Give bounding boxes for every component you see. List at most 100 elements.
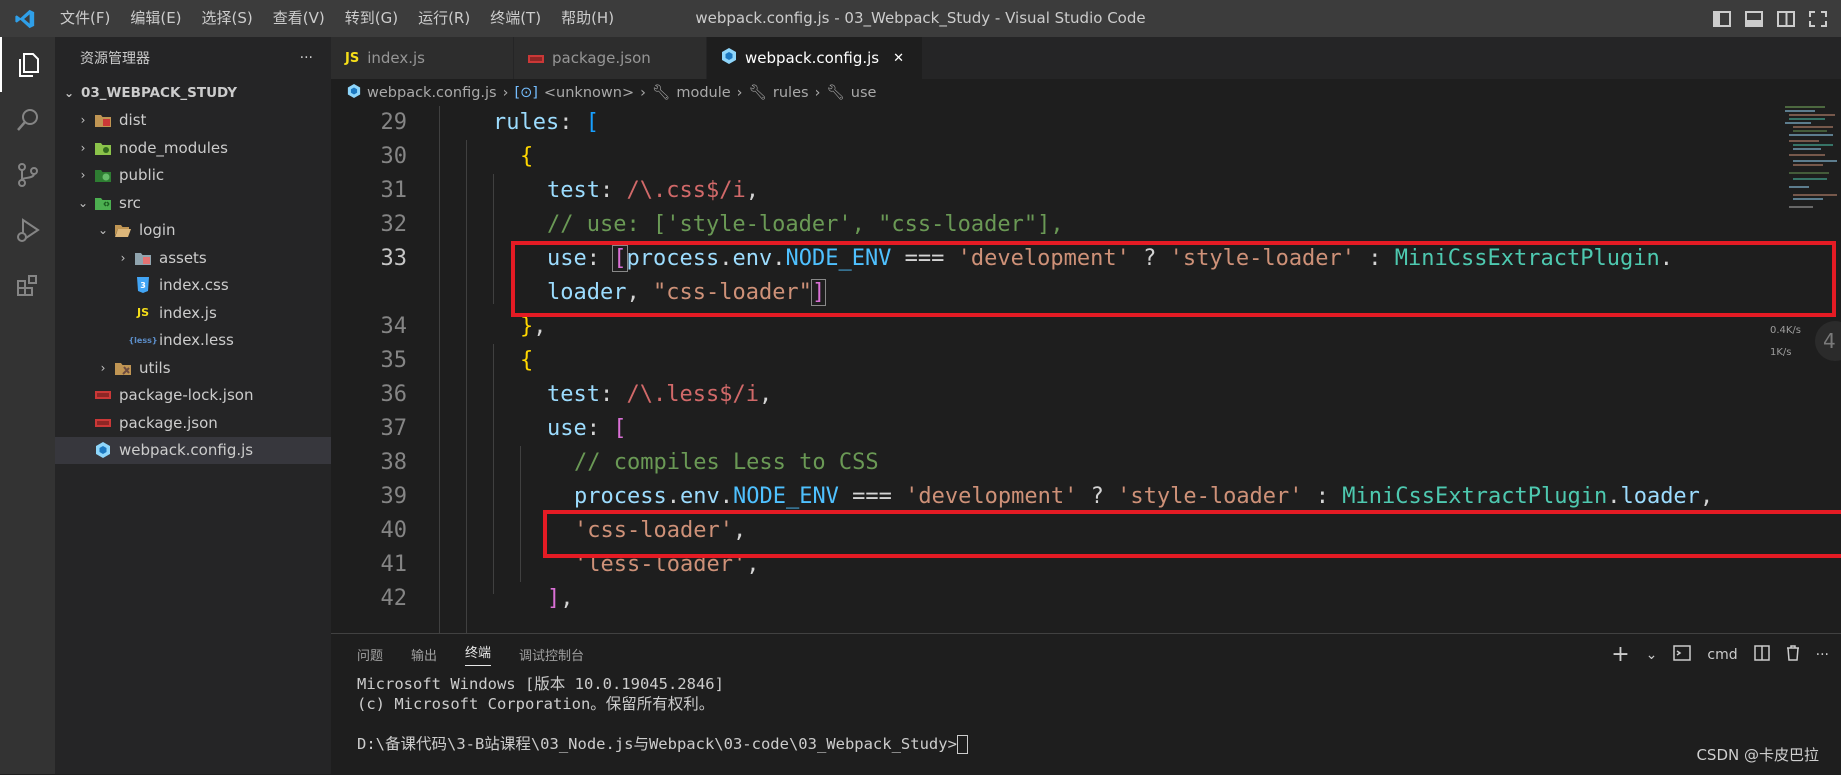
- customize-layout-icon[interactable]: [1809, 10, 1827, 27]
- menu-run[interactable]: 运行(R): [408, 0, 480, 37]
- menu-bar: 文件(F) 编辑(E) 选择(S) 查看(V) 转到(G) 运行(R) 终端(T…: [50, 0, 624, 37]
- npm-file-icon: [95, 415, 111, 431]
- tree-item-public[interactable]: › public: [55, 162, 331, 190]
- tree-item-assets[interactable]: › assets: [55, 244, 331, 272]
- webpack-file-icon: [95, 442, 111, 459]
- menu-file[interactable]: 文件(F): [50, 0, 120, 37]
- menu-selection[interactable]: 选择(S): [192, 0, 263, 37]
- tree-item-node-modules[interactable]: › node_modules: [55, 134, 331, 162]
- toggle-secondary-sidebar-icon[interactable]: [1777, 10, 1795, 27]
- code-line-42: 42],: [380, 586, 574, 611]
- toggle-sidebar-icon[interactable]: [1713, 10, 1731, 27]
- folder-utils-icon: [115, 360, 131, 376]
- breadcrumb-unknown[interactable]: <unknown>: [544, 85, 634, 101]
- chevron-right-icon: ›: [120, 250, 126, 265]
- terminal-cursor: [956, 735, 968, 754]
- webpack-file-icon: [721, 48, 737, 68]
- tab-debug-console[interactable]: 调试控制台: [519, 645, 584, 664]
- minimap[interactable]: [1771, 106, 1841, 246]
- terminal-prompt: D:\备课代码\3-B站课程\03_Node.js与Webpack\03-cod…: [357, 734, 1841, 754]
- chevron-right-icon: ›: [80, 140, 86, 155]
- tree-item-index-js[interactable]: JS index.js: [55, 299, 331, 327]
- new-terminal-icon[interactable]: +: [1611, 642, 1629, 667]
- npm-file-icon: [528, 49, 544, 67]
- terminal-output[interactable]: Microsoft Windows [版本 10.0.19045.2846] (…: [331, 674, 1841, 754]
- tree-item-package-lock[interactable]: package-lock.json: [55, 382, 331, 410]
- editor-group: JS index.js package.json webpack.config.…: [331, 37, 1841, 633]
- explorer-header: 资源管理器 ···: [55, 37, 331, 79]
- npm-file-icon: [95, 387, 111, 403]
- tree-item-index-less[interactable]: {less} index.less: [55, 327, 331, 355]
- watermark: CSDN @卡皮巴拉: [1696, 746, 1819, 764]
- tree-item-webpack-config[interactable]: webpack.config.js: [55, 436, 331, 464]
- menu-terminal[interactable]: 终端(T): [480, 0, 551, 37]
- tree-item-index-css[interactable]: 3 index.css: [55, 272, 331, 300]
- wrench-icon: 🔧︎: [748, 85, 767, 101]
- tree-item-login[interactable]: ⌄ login: [55, 217, 331, 245]
- tab-index-js[interactable]: JS index.js: [331, 37, 514, 79]
- tree-item-src[interactable]: ⌄ src: [55, 189, 331, 217]
- chevron-down-icon: ⌄: [77, 195, 89, 210]
- tab-package-json[interactable]: package.json: [514, 37, 707, 79]
- tab-problems[interactable]: 问题: [357, 645, 383, 664]
- menu-go[interactable]: 转到(G): [335, 0, 408, 37]
- breadcrumb: webpack.config.js › [⊙] <unknown> › 🔧︎ m…: [331, 79, 1841, 106]
- code-line-39: 39 process.env.NODE_ENV === 'development'…: [380, 484, 1714, 509]
- code-area[interactable]: 29 rules: [ 30{ 31 test: /\.css$/i, 32// u…: [331, 106, 1841, 633]
- tab-output[interactable]: 输出: [411, 645, 437, 664]
- breadcrumb-module[interactable]: module: [676, 85, 730, 101]
- highlight-box-line-33: [511, 241, 1836, 317]
- terminal-line: (c) Microsoft Corporation。保留所有权利。: [357, 695, 715, 713]
- extensions-icon[interactable]: [0, 257, 55, 312]
- search-icon[interactable]: [0, 92, 55, 147]
- code-line-29: 29 rules: [: [380, 110, 599, 135]
- chevron-down-icon: ⌄: [97, 223, 109, 238]
- tree-item-dist[interactable]: › dist: [55, 107, 331, 135]
- tab-webpack-config[interactable]: webpack.config.js ✕: [707, 37, 923, 79]
- js-file-icon: JS: [345, 50, 360, 66]
- vscode-logo-icon: [0, 0, 50, 37]
- terminal-icon: [1673, 644, 1692, 665]
- svg-text:3: 3: [140, 281, 146, 290]
- menu-view[interactable]: 查看(V): [263, 0, 335, 37]
- explorer-title: 资源管理器: [80, 51, 150, 67]
- chevron-right-icon: ›: [80, 113, 86, 128]
- chevron-down-icon[interactable]: ⌄: [1646, 647, 1658, 663]
- more-icon[interactable]: ···: [1816, 647, 1829, 663]
- code-line-35: 35{: [380, 348, 534, 373]
- run-debug-icon[interactable]: [0, 202, 55, 257]
- tab-terminal[interactable]: 终端: [465, 642, 492, 666]
- code-line-32: 32// use: ['style-loader', "css-loader"]…: [380, 212, 1064, 237]
- folder-dist-icon: [95, 112, 111, 128]
- symbol-object-icon: [⊙]: [514, 84, 538, 101]
- workspace-root[interactable]: ⌄ 03_WEBPACK_STUDY: [55, 79, 331, 107]
- chevron-right-icon: ›: [640, 84, 646, 101]
- chevron-right-icon: ›: [502, 84, 509, 101]
- code-line-36: 36 test: /\.less$/i,: [380, 382, 773, 407]
- breadcrumb-file[interactable]: webpack.config.js: [367, 85, 497, 101]
- split-terminal-icon[interactable]: [1753, 644, 1770, 665]
- breadcrumb-use[interactable]: use: [851, 85, 877, 101]
- menu-edit[interactable]: 编辑(E): [120, 0, 191, 37]
- code-line-30: 30{: [380, 144, 534, 169]
- chevron-right-icon: ›: [80, 168, 86, 183]
- upload-speed: 0.4K/s: [1769, 325, 1801, 336]
- highlight-box-line-39: [543, 510, 1841, 558]
- toggle-panel-icon[interactable]: [1745, 10, 1763, 27]
- source-control-icon[interactable]: [0, 147, 55, 202]
- folder-src-icon: [95, 195, 111, 211]
- more-actions-icon[interactable]: ···: [300, 50, 313, 66]
- close-icon[interactable]: ✕: [893, 51, 904, 66]
- tree-item-package-json[interactable]: package.json: [55, 409, 331, 437]
- trash-icon[interactable]: [1786, 644, 1800, 665]
- activity-bar: [0, 37, 55, 774]
- explorer-icon[interactable]: [0, 37, 55, 92]
- menu-help[interactable]: 帮助(H): [551, 0, 624, 37]
- wrench-icon: 🔧︎: [651, 85, 671, 101]
- breadcrumb-rules[interactable]: rules: [773, 85, 809, 101]
- tree-item-utils[interactable]: › utils: [55, 354, 331, 382]
- code-line-38: 38// compiles Less to CSS: [380, 450, 879, 475]
- terminal-shell-label[interactable]: cmd: [1707, 647, 1737, 663]
- download-speed: 1K/s: [1769, 347, 1792, 358]
